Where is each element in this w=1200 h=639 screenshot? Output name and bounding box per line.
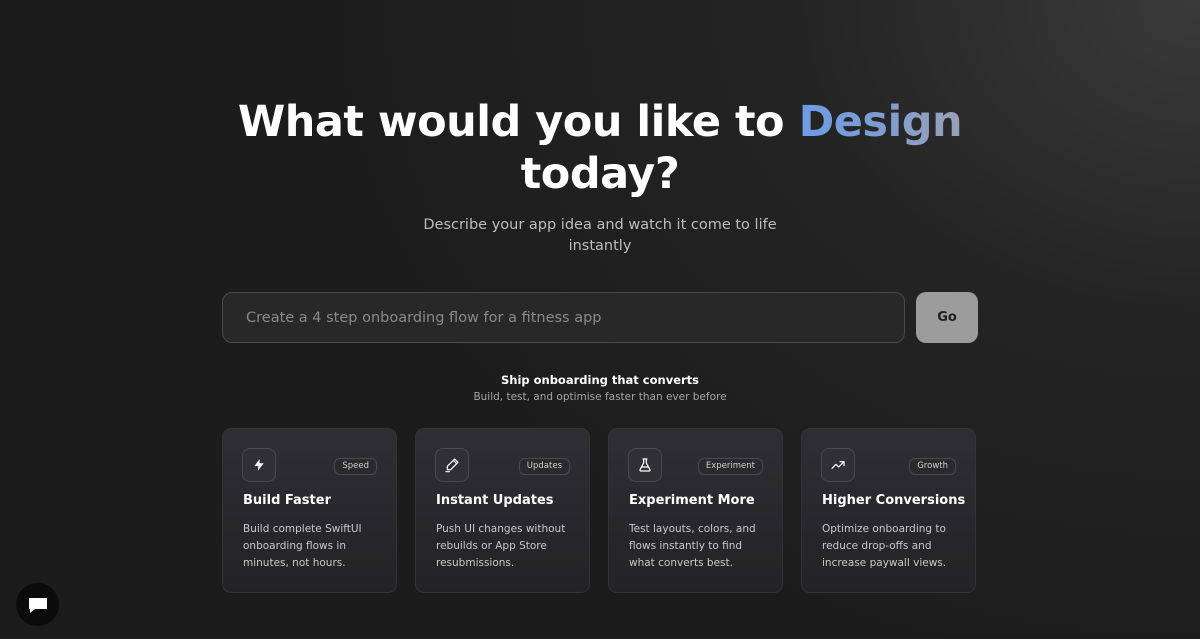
feature-card-growth: Growth Higher Conversions Optimize onboa… bbox=[801, 428, 976, 593]
card-description: Test layouts, colors, and flows instantl… bbox=[629, 523, 756, 569]
card-title: Build Faster bbox=[243, 493, 331, 508]
card-description: Build complete SwiftUI onboarding flows … bbox=[243, 523, 362, 569]
card-description: Push UI changes without rebuilds or App … bbox=[436, 523, 566, 569]
feature-cards: Speed Build Faster Build complete SwiftU… bbox=[222, 428, 978, 593]
chat-bubble-icon bbox=[28, 597, 47, 613]
hero-title: What would you like to Design today? bbox=[0, 96, 1200, 200]
section-subtitle: Build, test, and optimise faster than ev… bbox=[473, 391, 727, 403]
feature-card-updates: Updates Instant Updates Push UI changes … bbox=[415, 428, 590, 593]
card-description: Optimize onboarding to reduce drop-offs … bbox=[822, 523, 947, 569]
card-badge: Updates bbox=[518, 458, 570, 475]
chat-button[interactable] bbox=[16, 583, 59, 626]
hero-subtitle: Describe your app idea and watch it come… bbox=[423, 217, 777, 254]
section-title: Ship onboarding that converts bbox=[500, 373, 700, 387]
pencil-icon bbox=[435, 448, 469, 482]
card-title: Experiment More bbox=[629, 493, 755, 508]
go-button[interactable]: Go bbox=[916, 292, 978, 343]
card-title: Higher Conversions bbox=[822, 493, 966, 508]
feature-card-speed: Speed Build Faster Build complete SwiftU… bbox=[222, 428, 397, 593]
prompt-input[interactable] bbox=[222, 292, 905, 343]
lightning-icon bbox=[242, 448, 276, 482]
card-badge: Speed bbox=[334, 458, 377, 475]
flask-icon bbox=[628, 448, 662, 482]
feature-card-experiment: Experiment Experiment More Test layouts,… bbox=[608, 428, 783, 593]
card-badge: Growth bbox=[909, 458, 956, 475]
trending-up-icon bbox=[821, 448, 855, 482]
card-badge: Experiment bbox=[697, 458, 763, 475]
hero-title-prefix: What would you like to bbox=[237, 97, 799, 147]
card-title: Instant Updates bbox=[436, 493, 554, 508]
hero-title-suffix: today? bbox=[520, 149, 680, 199]
hero-title-accent: Design bbox=[798, 97, 963, 147]
